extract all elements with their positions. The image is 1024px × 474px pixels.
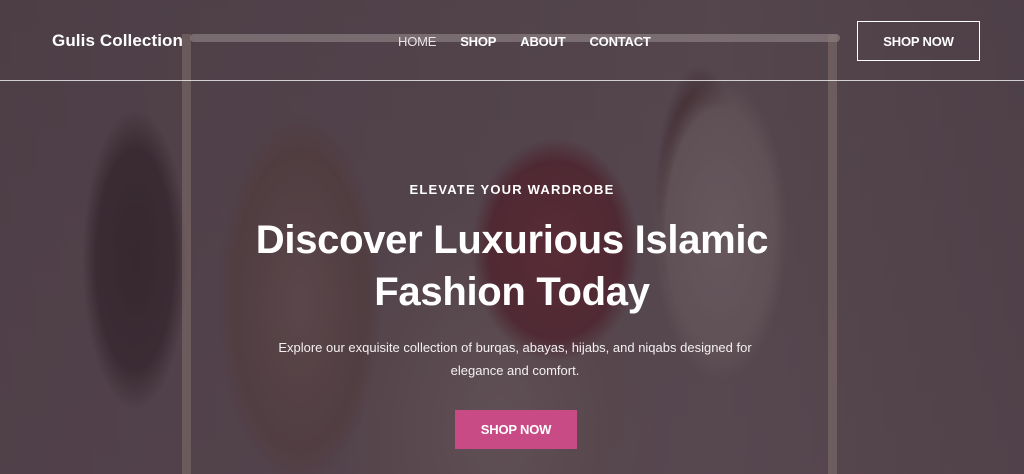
nav-about[interactable]: ABOUT bbox=[520, 34, 565, 49]
hero-shop-now-button[interactable]: SHOP NOW bbox=[455, 410, 577, 449]
site-header: Gulis Collection HOME SHOP ABOUT CONTACT… bbox=[0, 0, 1024, 81]
nav-shop[interactable]: SHOP bbox=[460, 34, 496, 49]
main-nav: HOME SHOP ABOUT CONTACT bbox=[398, 34, 651, 49]
hero-description: Explore our exquisite collection of burq… bbox=[278, 340, 752, 378]
nav-home[interactable]: HOME bbox=[398, 34, 436, 49]
hero-title: Discover Luxurious Islamic Fashion Today bbox=[255, 218, 769, 314]
nav-contact[interactable]: CONTACT bbox=[589, 34, 650, 49]
header-shop-now-button[interactable]: SHOP NOW bbox=[857, 21, 980, 61]
hero-section: Gulis Collection HOME SHOP ABOUT CONTACT… bbox=[0, 0, 1024, 474]
hero-eyebrow: ELEVATE YOUR WARDROBE bbox=[409, 182, 615, 197]
brand-logo[interactable]: Gulis Collection bbox=[52, 31, 183, 51]
